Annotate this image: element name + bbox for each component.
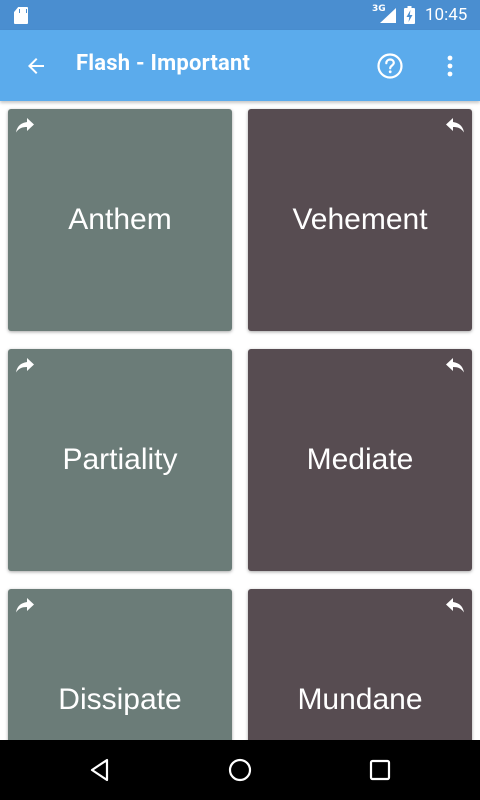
page-title: Flash - Important xyxy=(76,51,251,76)
back-arrow-icon xyxy=(28,58,44,74)
overflow-menu-button[interactable] xyxy=(432,46,468,86)
nav-home-button[interactable] xyxy=(220,750,260,790)
reply-arrow-icon xyxy=(446,118,464,133)
nav-recents-icon xyxy=(369,759,391,781)
flashcard-grid: Anthem Vehement Partiality Mediate Dissi… xyxy=(0,101,480,740)
signal-icon xyxy=(380,8,396,23)
sd-card-icon xyxy=(14,7,28,24)
forward-arrow-icon xyxy=(16,358,34,373)
nav-recents-button[interactable] xyxy=(360,750,400,790)
nav-back-button[interactable] xyxy=(80,750,120,790)
nav-home-icon xyxy=(228,758,252,782)
app-bar: Flash - Important xyxy=(0,30,480,101)
flashcard-word: Anthem xyxy=(68,203,172,236)
back-button[interactable] xyxy=(16,46,56,86)
flashcard[interactable]: Anthem xyxy=(8,109,232,331)
forward-arrow-icon xyxy=(16,118,34,133)
flashcard-word: Mediate xyxy=(306,443,414,476)
battery-charging-icon xyxy=(404,6,415,24)
clock: 10:45 xyxy=(425,5,468,25)
reply-arrow-icon xyxy=(446,598,464,613)
help-icon xyxy=(377,53,403,79)
more-vert-icon xyxy=(447,55,453,77)
flashcard-word: Vehement xyxy=(292,203,428,236)
flashcard-word: Dissipate xyxy=(58,683,182,716)
status-bar: 3G 10:45 xyxy=(0,0,480,30)
flashcard[interactable]: Dissipate xyxy=(8,589,232,740)
system-nav-bar xyxy=(0,740,480,800)
flashcard-word: Mundane xyxy=(297,683,423,716)
flashcard[interactable]: Mediate xyxy=(248,349,472,571)
help-button[interactable] xyxy=(370,46,410,86)
nav-back-icon xyxy=(90,758,109,782)
forward-arrow-icon xyxy=(16,598,34,613)
flashcard[interactable]: Partiality xyxy=(8,349,232,571)
flashcard[interactable]: Vehement xyxy=(248,109,472,331)
reply-arrow-icon xyxy=(446,358,464,373)
flashcard[interactable]: Mundane xyxy=(248,589,472,740)
flashcard-word: Partiality xyxy=(62,443,178,476)
